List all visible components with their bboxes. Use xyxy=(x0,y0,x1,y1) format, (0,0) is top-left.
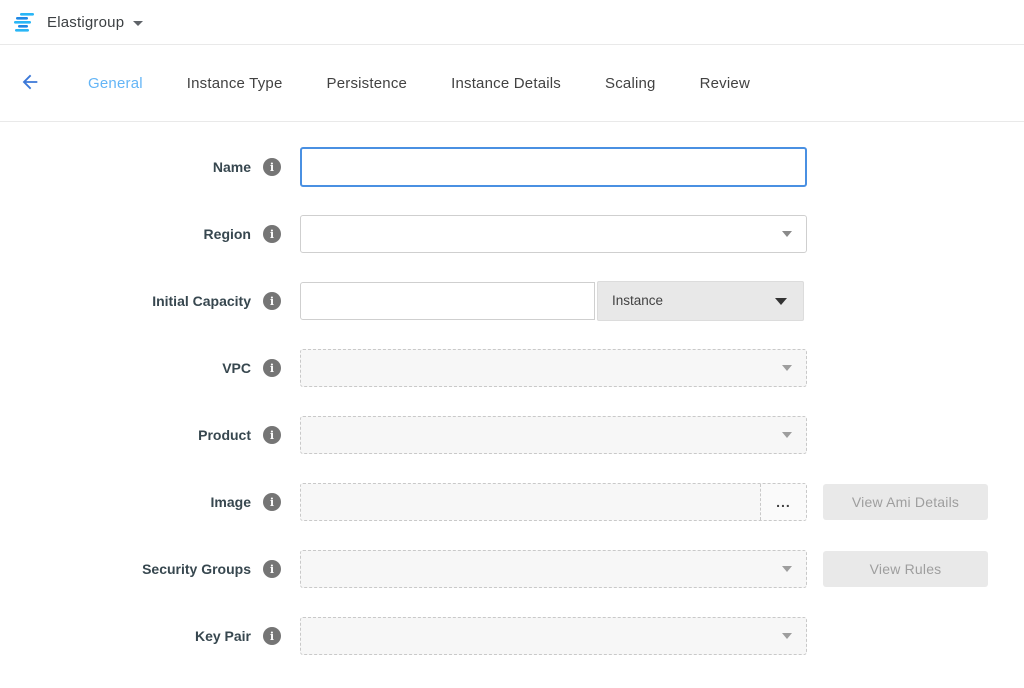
elastigroup-logo-icon xyxy=(14,12,37,32)
back-arrow-icon xyxy=(19,71,41,96)
vpc-select xyxy=(300,349,807,387)
view-ami-details-button[interactable]: View Ami Details xyxy=(823,484,988,520)
tab-review[interactable]: Review xyxy=(700,75,750,92)
form-row-security-groups: Security Groups i View Rules xyxy=(0,550,1024,588)
capacity-unit-value: Instance xyxy=(612,293,663,308)
tab-general[interactable]: General xyxy=(88,75,143,92)
key-pair-label: Key Pair xyxy=(195,628,251,644)
tab-instance-type[interactable]: Instance Type xyxy=(187,75,283,92)
tab-persistence[interactable]: Persistence xyxy=(327,75,408,92)
form-row-name: Name i xyxy=(0,148,1024,186)
capacity-unit-select[interactable]: Instance xyxy=(597,281,804,321)
chevron-down-icon xyxy=(782,432,792,438)
topbar: Elastigroup xyxy=(0,0,1024,45)
chevron-down-icon xyxy=(782,231,792,237)
info-icon[interactable]: i xyxy=(263,225,281,243)
vpc-label: VPC xyxy=(222,360,251,376)
region-select[interactable] xyxy=(300,215,807,253)
form-row-key-pair: Key Pair i xyxy=(0,617,1024,655)
security-groups-label: Security Groups xyxy=(142,561,251,577)
view-rules-button[interactable]: View Rules xyxy=(823,551,988,587)
image-input-value xyxy=(301,484,760,520)
form-row-image: Image i ... View Ami Details xyxy=(0,483,1024,521)
info-icon[interactable]: i xyxy=(263,292,281,310)
form-row-product: Product i xyxy=(0,416,1024,454)
product-switcher-label[interactable]: Elastigroup xyxy=(47,14,124,31)
form-row-vpc: VPC i xyxy=(0,349,1024,387)
chevron-down-icon xyxy=(782,566,792,572)
name-input[interactable] xyxy=(300,147,807,187)
image-browse-button[interactable]: ... xyxy=(760,484,806,520)
info-icon[interactable]: i xyxy=(263,158,281,176)
general-settings-form: Name i Region i Initial Capacity i Inst xyxy=(0,122,1024,655)
product-switcher-caret-icon[interactable] xyxy=(133,21,143,26)
info-icon[interactable]: i xyxy=(263,560,281,578)
info-icon[interactable]: i xyxy=(263,493,281,511)
chevron-down-icon xyxy=(782,633,792,639)
region-label: Region xyxy=(204,226,251,242)
info-icon[interactable]: i xyxy=(263,627,281,645)
image-input: ... xyxy=(300,483,807,521)
form-row-region: Region i xyxy=(0,215,1024,253)
product-label: Product xyxy=(198,427,251,443)
initial-capacity-label: Initial Capacity xyxy=(152,293,251,309)
wizard-tab-bar: General Instance Type Persistence Instan… xyxy=(0,45,1024,122)
product-select xyxy=(300,416,807,454)
initial-capacity-input[interactable] xyxy=(300,282,595,320)
chevron-down-icon xyxy=(782,365,792,371)
info-icon[interactable]: i xyxy=(263,426,281,444)
back-button[interactable] xyxy=(16,69,44,97)
name-label: Name xyxy=(213,159,251,175)
info-icon[interactable]: i xyxy=(263,359,281,377)
wizard-tabs: General Instance Type Persistence Instan… xyxy=(88,75,750,92)
chevron-down-icon xyxy=(775,298,787,305)
image-label: Image xyxy=(211,494,251,510)
tab-scaling[interactable]: Scaling xyxy=(605,75,656,92)
tab-instance-details[interactable]: Instance Details xyxy=(451,75,561,92)
form-row-initial-capacity: Initial Capacity i Instance xyxy=(0,282,1024,320)
security-groups-select xyxy=(300,550,807,588)
key-pair-select xyxy=(300,617,807,655)
